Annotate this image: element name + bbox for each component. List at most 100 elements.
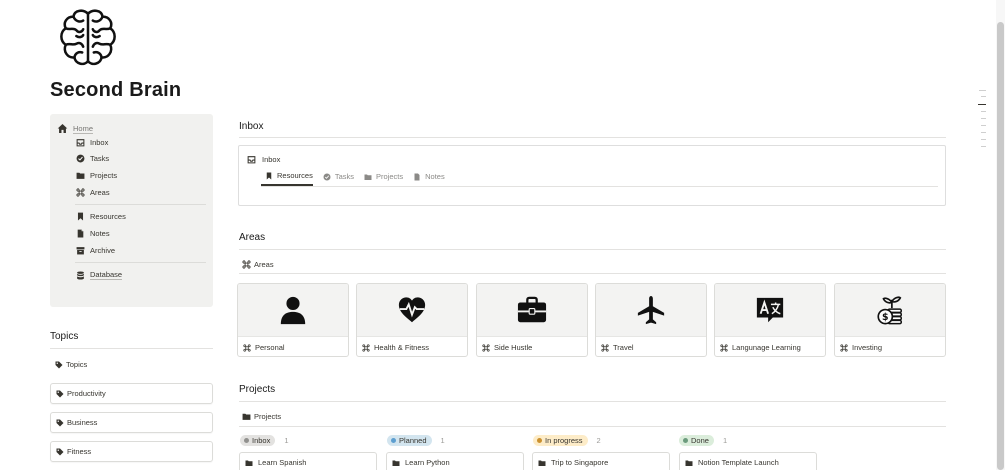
tag-icon (55, 361, 63, 369)
outline-marker[interactable] (981, 96, 986, 97)
board-column-header[interactable]: In progress 2 (533, 435, 601, 446)
nav-inbox-label: Inbox (90, 138, 109, 147)
folder-icon (364, 173, 372, 181)
project-card[interactable]: Learn Python (386, 452, 524, 470)
scrollbar-thumb[interactable] (997, 22, 1004, 470)
nav-item-home[interactable]: Home (57, 123, 94, 134)
area-card-travel[interactable]: Travel (595, 283, 707, 357)
topic-label: Business (67, 418, 98, 427)
outline-marker[interactable] (979, 90, 986, 91)
nav-tasks-label: Tasks (90, 154, 110, 163)
area-card-health[interactable]: Health & Fitness (356, 283, 468, 357)
outline-marker[interactable] (981, 146, 986, 147)
area-card-language[interactable]: Langunage Learning (714, 283, 826, 357)
tab-resources[interactable]: Resources (261, 171, 313, 186)
folder-icon (392, 459, 400, 467)
projects-heading: Projects (239, 384, 276, 395)
bookmark-icon (76, 212, 85, 221)
area-name: Langunage Learning (732, 343, 801, 352)
nav-divider (75, 262, 206, 263)
area-name: Health & Fitness (374, 343, 430, 352)
status-badge: Inbox (240, 435, 276, 446)
column-count: 1 (722, 436, 728, 445)
nav-item-projects[interactable]: Projects (76, 171, 117, 180)
nav-item-archive[interactable]: Archive (76, 246, 115, 255)
inbox-view-title[interactable]: Inbox (247, 155, 280, 164)
areas-view-divider (239, 273, 946, 274)
area-name: Travel (613, 343, 634, 352)
topics-view-header[interactable]: Topics (50, 354, 213, 375)
nav-notes-label: Notes (90, 229, 110, 238)
status-dot (391, 438, 396, 443)
column-count: 1 (284, 436, 289, 445)
project-card[interactable]: Trip to Singapore (532, 452, 670, 470)
outline-marker[interactable] (981, 132, 986, 133)
command-icon (242, 260, 251, 269)
outline-marker[interactable] (981, 118, 986, 119)
inbox-tabs: Resources Tasks Projects Notes (261, 171, 451, 186)
nav-item-database[interactable]: Database (76, 270, 123, 280)
project-card[interactable]: Notion Template Launch (679, 452, 817, 470)
area-card-investing[interactable]: $ Investing (834, 283, 946, 357)
inbox-icon (247, 155, 256, 164)
nav-item-tasks[interactable]: Tasks (76, 154, 109, 163)
outline-marker[interactable] (981, 125, 986, 126)
areas-divider (239, 249, 946, 250)
status-dot (537, 438, 542, 443)
areas-view-title[interactable]: Areas (242, 260, 274, 269)
topic-label: Fitness (67, 447, 92, 456)
tab-tasks[interactable]: Tasks (319, 171, 354, 186)
area-name: Personal (255, 343, 285, 352)
command-icon (601, 343, 609, 352)
topic-card[interactable]: Productivity (50, 383, 213, 404)
vertical-scrollbar[interactable] (996, 0, 1005, 470)
inbox-view-label: Inbox (262, 155, 281, 164)
area-card-side-hustle[interactable]: Side Hustle (476, 283, 588, 357)
folder-icon (245, 459, 253, 467)
project-name: Notion Template Launch (698, 458, 779, 467)
nav-item-inbox[interactable]: Inbox (76, 138, 108, 147)
board-column-header[interactable]: Inbox 1 (240, 435, 289, 446)
area-cover (715, 284, 825, 337)
heart-pulse-icon (398, 297, 426, 323)
topic-card[interactable]: Business (50, 412, 213, 433)
nav-item-areas[interactable]: Areas (76, 188, 110, 197)
project-card[interactable]: Learn Spanish (239, 452, 377, 470)
airplane-icon (637, 295, 665, 325)
command-icon (840, 343, 848, 352)
topic-card[interactable]: Fitness (50, 441, 213, 462)
areas-view-label: Areas (254, 260, 274, 269)
inbox-icon (76, 138, 85, 147)
person-icon (280, 296, 306, 325)
sidebar-nav: Home Inbox Tasks Projects Areas Resource… (50, 114, 213, 307)
inbox-linked-view: Inbox Resources Tasks Projects Notes (238, 145, 946, 206)
outline-marker[interactable] (981, 111, 986, 112)
board-column-header[interactable]: Done 1 (679, 435, 727, 446)
folder-icon (76, 171, 85, 180)
document-icon (413, 173, 421, 181)
area-card-personal[interactable]: Personal (237, 283, 349, 357)
tag-icon (56, 419, 64, 427)
area-name: Investing (852, 343, 883, 352)
board-column-header[interactable]: Planned 1 (387, 435, 445, 446)
area-cover: $ (835, 284, 945, 337)
tabs-divider (261, 186, 938, 187)
tab-notes[interactable]: Notes (409, 171, 445, 186)
command-icon (362, 343, 370, 352)
nav-item-resources[interactable]: Resources (76, 212, 126, 221)
outline-marker[interactable] (981, 139, 986, 140)
tag-icon (56, 390, 64, 398)
status-badge: Done (679, 435, 714, 446)
status-dot (244, 438, 249, 443)
outline-marker-active[interactable] (978, 104, 986, 105)
tab-label: Resources (277, 171, 313, 180)
bookmark-icon (265, 172, 273, 180)
nav-item-notes[interactable]: Notes (76, 229, 110, 238)
project-name: Learn Python (405, 458, 450, 467)
nav-resources-label: Resources (90, 212, 126, 221)
area-name: Side Hustle (494, 343, 533, 352)
nav-archive-label: Archive (90, 246, 116, 255)
brain-icon (60, 9, 116, 66)
tab-projects[interactable]: Projects (360, 171, 403, 186)
projects-view-title[interactable]: Projects (242, 412, 281, 421)
